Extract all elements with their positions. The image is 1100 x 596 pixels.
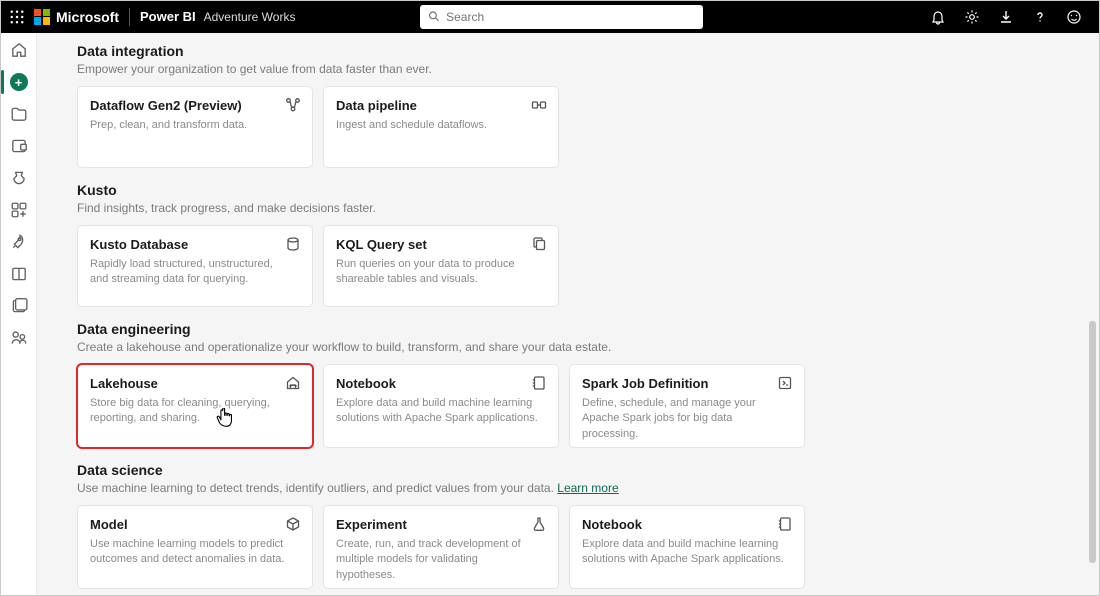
card-experiment[interactable]: Experiment Create, run, and track develo… — [323, 505, 559, 589]
learn-more-link[interactable]: Learn more — [557, 481, 618, 495]
section-title: Data science — [77, 462, 1099, 478]
card-title: Dataflow Gen2 (Preview) — [90, 98, 300, 113]
card-spark-job-definition[interactable]: Spark Job Definition Define, schedule, a… — [569, 364, 805, 448]
card-description: Create, run, and track development of mu… — [336, 537, 546, 583]
goals-icon[interactable] — [10, 169, 28, 187]
feedback-icon[interactable] — [1066, 9, 1082, 25]
section-title: Data integration — [77, 43, 1099, 59]
search-icon — [428, 10, 440, 23]
card-title: Notebook — [582, 517, 792, 532]
flask-icon — [531, 516, 547, 532]
home-icon[interactable] — [10, 41, 28, 59]
section-title: Kusto — [77, 182, 1099, 198]
download-icon[interactable] — [998, 9, 1014, 25]
card-description: Store big data for cleaning, querying, r… — [90, 396, 300, 427]
search-input[interactable] — [446, 10, 695, 24]
card-description: Prep, clean, and transform data. — [90, 118, 300, 133]
divider — [129, 8, 130, 26]
card-description: Rapidly load structured, unstructured, a… — [90, 257, 300, 288]
pipeline-icon — [531, 97, 547, 113]
create-icon[interactable]: + — [10, 73, 28, 91]
microsoft-logo: Microsoft — [34, 9, 119, 25]
card-kusto-database[interactable]: Kusto Database Rapidly load structured, … — [77, 225, 313, 307]
card-notebook[interactable]: Notebook Explore data and build machine … — [323, 364, 559, 448]
card-title: Lakehouse — [90, 376, 300, 391]
workspace-label[interactable]: Adventure Works — [204, 10, 296, 24]
scrollbar-thumb[interactable] — [1089, 321, 1096, 563]
cube-icon — [285, 516, 301, 532]
card-description: Use machine learning models to predict o… — [90, 537, 300, 568]
card-model[interactable]: Model Use machine learning models to pre… — [77, 505, 313, 589]
card-description: Ingest and schedule dataflows. — [336, 118, 546, 133]
browse-icon[interactable] — [10, 105, 28, 123]
card-title: KQL Query set — [336, 237, 546, 252]
content-area: Data integration Empower your organizati… — [37, 33, 1099, 595]
section-subtitle: Use machine learning to detect trends, i… — [77, 481, 1099, 495]
card-description: Run queries on your data to produce shar… — [336, 257, 546, 288]
search-box[interactable] — [420, 5, 703, 29]
card-title: Notebook — [336, 376, 546, 391]
house-icon — [285, 375, 301, 391]
topbar: Microsoft Power BI Adventure Works — [0, 0, 1100, 33]
card-notebook[interactable]: Notebook Explore data and build machine … — [569, 505, 805, 589]
section-title: Data engineering — [77, 321, 1099, 337]
learn-icon[interactable] — [10, 265, 28, 283]
deployment-icon[interactable] — [10, 233, 28, 251]
left-rail: + — [1, 33, 37, 595]
workspaces-icon[interactable] — [10, 297, 28, 315]
card-lakehouse[interactable]: Lakehouse Store big data for cleaning, q… — [77, 364, 313, 448]
db-icon — [285, 236, 301, 252]
card-description: Explore data and build machine learning … — [582, 537, 792, 568]
card-dataflow-gen2-preview-[interactable]: Dataflow Gen2 (Preview) Prep, clean, and… — [77, 86, 313, 168]
product-label: Power BI — [140, 9, 196, 24]
card-title: Experiment — [336, 517, 546, 532]
microsoft-label: Microsoft — [56, 9, 119, 25]
card-description: Define, schedule, and manage your Apache… — [582, 396, 792, 442]
section-subtitle: Create a lakehouse and operationalize yo… — [77, 340, 1099, 354]
app-launcher-icon[interactable] — [0, 0, 34, 33]
notebook-icon — [531, 375, 547, 391]
card-title: Data pipeline — [336, 98, 546, 113]
section-subtitle: Empower your organization to get value f… — [77, 62, 1099, 76]
onelake-icon[interactable] — [10, 137, 28, 155]
help-icon[interactable] — [1032, 9, 1048, 25]
topbar-actions — [930, 9, 1100, 25]
branch-icon — [285, 97, 301, 113]
workspace-item-icon[interactable] — [10, 329, 28, 347]
card-description: Explore data and build machine learning … — [336, 396, 546, 427]
notifications-icon[interactable] — [930, 9, 946, 25]
card-title: Kusto Database — [90, 237, 300, 252]
settings-icon[interactable] — [964, 9, 980, 25]
apps-icon[interactable] — [10, 201, 28, 219]
card-kql-query-set[interactable]: KQL Query set Run queries on your data t… — [323, 225, 559, 307]
copy-icon — [531, 236, 547, 252]
card-title: Model — [90, 517, 300, 532]
notebook-icon — [777, 516, 793, 532]
job-icon — [777, 375, 793, 391]
section-subtitle: Find insights, track progress, and make … — [77, 201, 1099, 215]
card-data-pipeline[interactable]: Data pipeline Ingest and schedule datafl… — [323, 86, 559, 168]
card-title: Spark Job Definition — [582, 376, 792, 391]
